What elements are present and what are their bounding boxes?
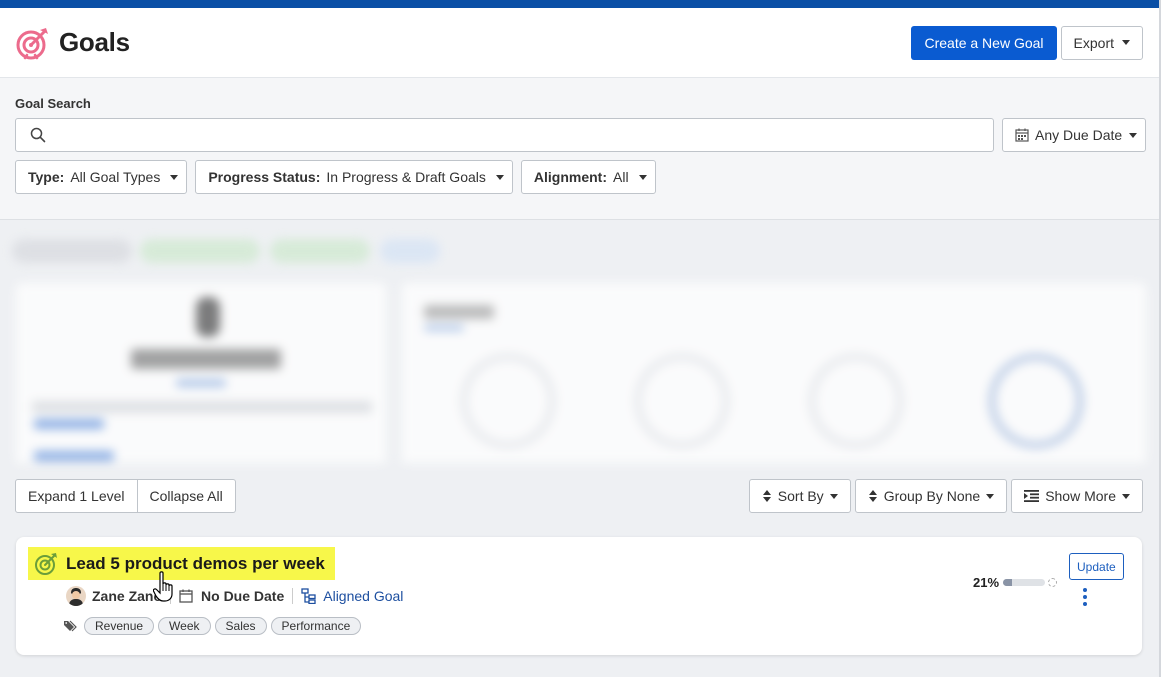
goal-search-field[interactable] <box>15 118 994 152</box>
goal-target-icon <box>35 552 57 575</box>
divider <box>292 588 294 604</box>
blurred-link <box>424 325 464 331</box>
blurred-link <box>176 379 226 387</box>
avatar[interactable] <box>66 586 86 606</box>
sort-by-dropdown[interactable]: Sort By <box>748 479 851 513</box>
blurred-link <box>34 419 104 429</box>
collapse-all-button[interactable]: Collapse All <box>137 479 236 513</box>
blurred-heading <box>131 349 281 369</box>
goal-search-label: Goal Search <box>15 96 91 111</box>
export-label: Export <box>1073 34 1114 51</box>
caret-down-icon <box>829 493 838 499</box>
blurred-heading <box>424 305 494 319</box>
alignment-filter[interactable]: Alignment: All <box>520 160 656 194</box>
page-title: Goals <box>59 27 130 57</box>
caret-down-icon <box>986 493 995 499</box>
group-by-dropdown[interactable]: Group By None <box>854 479 1008 513</box>
progress-bar <box>1003 579 1045 586</box>
tag-sales[interactable]: Sales <box>214 617 267 635</box>
more-options-icon[interactable] <box>1078 588 1092 606</box>
aligned-goal-link[interactable]: Aligned Goal <box>323 588 403 604</box>
top-accent-bar <box>0 0 1161 8</box>
list-indent-icon <box>1024 490 1040 502</box>
caret-down-icon <box>1122 493 1130 499</box>
sort-by-label: Sort By <box>777 488 824 504</box>
goal-meta-row: Zane Zano No Due Date Aligned Goal <box>66 586 403 606</box>
sort-icon <box>868 490 877 502</box>
blurred-pill <box>270 239 370 263</box>
goal-target-icon <box>16 27 48 59</box>
filter-panel: Goal Search Any Due Date Type: All Goal … <box>0 78 1161 220</box>
export-dropdown[interactable]: Export <box>1060 25 1143 60</box>
search-icon <box>30 127 46 143</box>
blurred-pill <box>12 239 132 263</box>
goal-title[interactable]: Lead 5 product demos per week <box>66 554 325 574</box>
due-date-label: Any Due Date <box>1035 127 1123 143</box>
blurred-ring <box>988 353 1084 449</box>
sort-icon <box>762 490 771 502</box>
update-button[interactable]: Update <box>1069 553 1124 580</box>
caret-down-icon <box>638 174 647 180</box>
goal-card: Lead 5 product demos per week Zane Zano … <box>16 537 1142 655</box>
hand-pointer-cursor-icon <box>153 571 173 602</box>
goal-title-highlight[interactable]: Lead 5 product demos per week <box>28 547 335 580</box>
caret-down-icon <box>1122 40 1130 45</box>
page-header: Goals Create a New Goal Export <box>0 8 1161 78</box>
type-filter-key: Type: <box>28 169 65 185</box>
show-more-dropdown[interactable]: Show More <box>1011 479 1143 513</box>
expand-level-button[interactable]: Expand 1 Level <box>15 479 138 513</box>
blurred-ring <box>808 353 904 449</box>
blurred-pill <box>140 239 260 263</box>
calendar-icon <box>179 589 193 603</box>
type-filter[interactable]: Type: All Goal Types <box>15 160 188 194</box>
progress-bar-fill <box>1003 579 1012 586</box>
type-filter-value: All Goal Types <box>70 169 161 185</box>
expand-collapse-group: Expand 1 Level Collapse All <box>15 479 236 513</box>
blurred-summary-area <box>0 221 1161 463</box>
goal-list-toolbar: Expand 1 Level Collapse All Sort By Grou… <box>15 479 1143 513</box>
loading-spinner-icon <box>1048 578 1057 587</box>
tags-icon <box>64 620 77 632</box>
blurred-card <box>16 283 386 463</box>
alignment-filter-value: All <box>613 169 629 185</box>
tag-performance[interactable]: Performance <box>270 617 362 635</box>
goal-owner[interactable]: Zane Zano <box>92 588 162 604</box>
alignment-filter-key: Alignment: <box>533 169 607 185</box>
group-by-label: Group By None <box>883 488 981 504</box>
caret-down-icon <box>495 174 504 180</box>
blurred-trophy <box>196 297 220 337</box>
caret-down-icon <box>1129 132 1137 138</box>
show-more-label: Show More <box>1045 488 1116 504</box>
due-date-dropdown[interactable]: Any Due Date <box>1002 118 1146 152</box>
alignment-hierarchy-icon <box>301 588 316 604</box>
goal-search-input[interactable] <box>54 120 993 150</box>
tag-revenue[interactable]: Revenue <box>84 617 155 635</box>
blurred-ring <box>460 353 556 449</box>
progress-status-value: In Progress & Draft Goals <box>326 169 486 185</box>
goal-due-date[interactable]: No Due Date <box>201 588 284 604</box>
blurred-card <box>402 283 1146 463</box>
tag-week[interactable]: Week <box>158 617 211 635</box>
progress-percent: 21% <box>973 575 1000 590</box>
progress-status-filter[interactable]: Progress Status: In Progress & Draft Goa… <box>195 160 513 194</box>
blurred-pill <box>380 239 440 263</box>
goal-tags: Revenue Week Sales Performance <box>64 617 362 635</box>
blurred-ring <box>634 353 730 449</box>
blurred-row <box>32 401 372 413</box>
progress-status-key: Progress Status: <box>208 169 321 185</box>
blurred-link <box>34 451 114 461</box>
calendar-icon <box>1015 128 1029 142</box>
create-goal-button[interactable]: Create a New Goal <box>911 25 1057 60</box>
caret-down-icon <box>170 174 179 180</box>
